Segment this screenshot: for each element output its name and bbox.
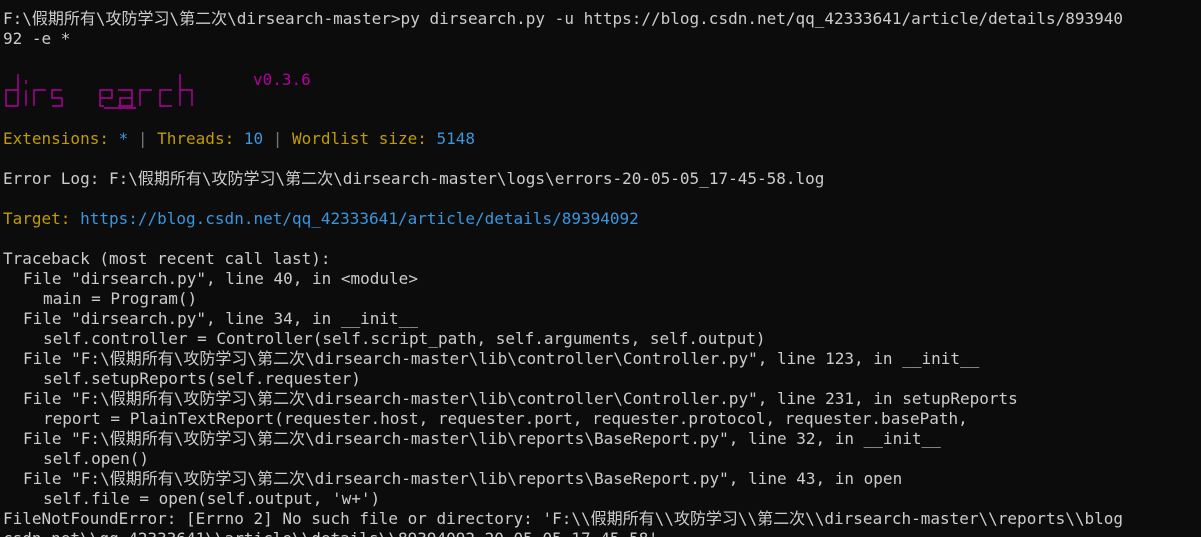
wordlist-label: Wordlist size: <box>292 129 437 148</box>
traceback-code-line: self.open() <box>43 449 149 468</box>
command-prompt-continuation: 92 -e * <box>3 29 71 48</box>
version-label: v0.3.6 <box>253 70 311 89</box>
error-log-line: Error Log: F:\假期所有\攻防学习\第二次\dirsearch-ma… <box>3 169 824 189</box>
command-prompt-line: F:\假期所有\攻防学习\第二次\dirsearch-master>py dir… <box>3 9 1124 28</box>
traceback-code-line: main = Program() <box>43 289 198 308</box>
traceback-header: Traceback (most recent call last): <box>3 249 331 268</box>
dirsearch-logo <box>5 74 193 109</box>
separator: | <box>128 129 158 148</box>
traceback-file-line: File "F:\假期所有\攻防学习\第二次\dirsearch-master\… <box>23 349 980 368</box>
traceback-file-line: File "F:\假期所有\攻防学习\第二次\dirsearch-master\… <box>23 469 903 488</box>
terminal-window[interactable]: F:\假期所有\攻防学习\第二次\dirsearch-master>py dir… <box>0 0 1201 537</box>
threads-value: 10 <box>243 129 264 148</box>
target-line: Target: https://blog.csdn.net/qq_4233364… <box>3 209 639 229</box>
error-message-line: FileNotFoundError: [Errno 2] No such fil… <box>3 509 1124 528</box>
separator: | <box>263 129 293 148</box>
traceback-file-line: File "F:\假期所有\攻防学习\第二次\dirsearch-master\… <box>23 389 1018 408</box>
traceback-file-line: File "dirsearch.py", line 40, in <module… <box>23 269 418 288</box>
wordlist-value: 5148 <box>436 129 476 148</box>
traceback-code-line: self.setupReports(self.requester) <box>43 369 361 388</box>
extensions-value: * <box>118 129 129 148</box>
traceback-file-line: File "F:\假期所有\攻防学习\第二次\dirsearch-master\… <box>23 429 941 448</box>
extensions-label: Extensions: <box>3 129 119 148</box>
error-log-path: F:\假期所有\攻防学习\第二次\dirsearch-master\logs\e… <box>108 169 825 188</box>
target-url: https://blog.csdn.net/qq_42333641/articl… <box>80 209 639 228</box>
traceback-code-line: self.file = open(self.output, 'w+') <box>43 489 381 508</box>
traceback-code-line: report = PlainTextReport(requester.host,… <box>43 409 968 428</box>
traceback-code-line: self.controller = Controller(self.script… <box>43 329 766 348</box>
threads-label: Threads: <box>157 129 244 148</box>
traceback-file-line: File "dirsearch.py", line 34, in __init_… <box>23 309 418 328</box>
error-message-continuation: csdn.net\\qq_42333641\\article\\details\… <box>3 529 658 537</box>
error-log-label: Error Log: <box>3 169 109 188</box>
config-line: Extensions: * | Threads: 10 | Wordlist s… <box>3 129 475 149</box>
target-label: Target: <box>3 209 81 228</box>
